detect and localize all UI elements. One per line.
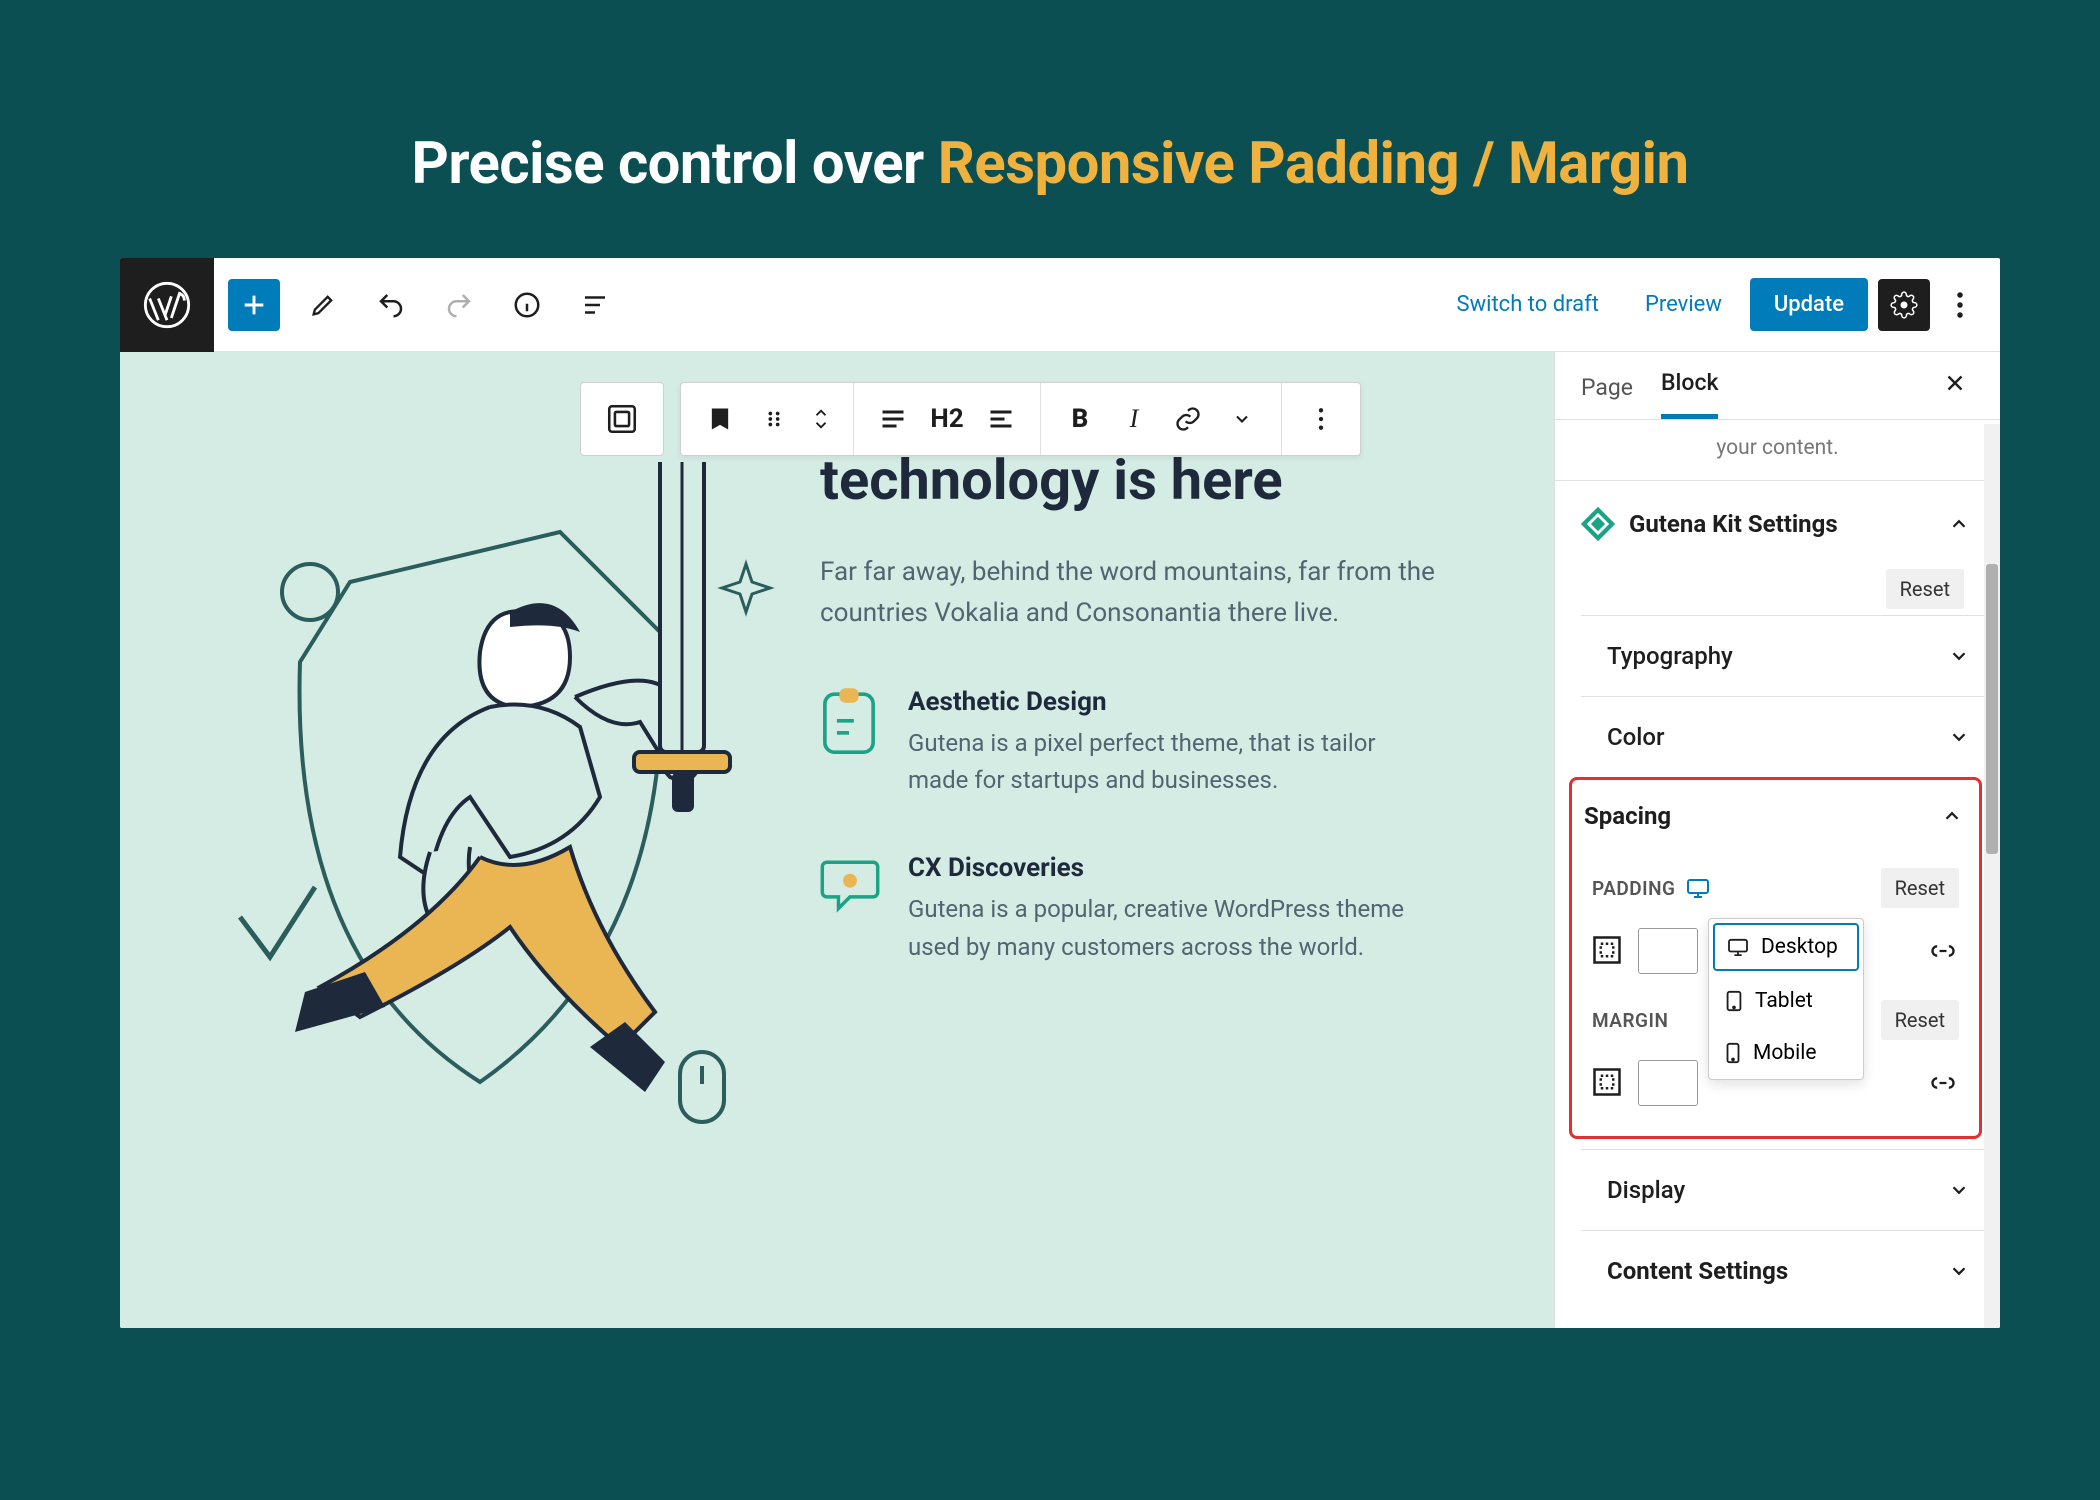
main-area: H2 B I (120, 352, 2000, 1328)
feature-desc: Gutena is a pixel perfect theme, that is… (908, 725, 1440, 799)
add-block-button[interactable] (228, 279, 280, 331)
feature-desc: Gutena is a popular, creative WordPress … (908, 891, 1440, 965)
update-button[interactable]: Update (1750, 278, 1868, 331)
headline-plain: Precise control over (411, 130, 937, 198)
padding-value-input[interactable] (1638, 928, 1698, 974)
panel-title: Content Settings (1607, 1257, 1788, 1285)
spacing-panel-highlight: Spacing PADDING Reset (1569, 777, 1982, 1139)
feature-item: Aesthetic Design Gutena is a pixel perfe… (820, 687, 1440, 799)
move-up-down-button[interactable] (801, 392, 841, 446)
hero-heading-line2: technology is here (820, 448, 1440, 512)
device-option-mobile[interactable]: Mobile (1709, 1027, 1863, 1079)
settings-sidebar: Page Block your content. Gutena Kit Sett… (1554, 352, 2000, 1328)
chevron-down-icon (1948, 726, 1970, 748)
more-rich-text-button[interactable] (1215, 392, 1269, 446)
box-model-icon[interactable] (1592, 935, 1624, 967)
tab-page[interactable]: Page (1581, 374, 1633, 419)
link-button[interactable] (1161, 392, 1215, 446)
hero-illustration (180, 462, 780, 1262)
panel-title: Gutena Kit Settings (1629, 510, 1838, 538)
headline: Precise control over Responsive Padding … (120, 130, 1980, 198)
toolbar-right: Switch to draft Preview Update (1439, 278, 2000, 331)
drag-handle[interactable] (747, 392, 801, 446)
margin-value-input[interactable] (1638, 1060, 1698, 1106)
device-label: Mobile (1753, 1041, 1816, 1065)
chevron-up-icon (1941, 805, 1963, 827)
block-toolbar: H2 B I (680, 382, 1361, 456)
device-dropdown: Desktop Tablet Mobile (1708, 918, 1864, 1080)
feature-item: CX Discoveries Gutena is a popular, crea… (820, 853, 1440, 965)
device-option-desktop[interactable]: Desktop (1713, 923, 1859, 971)
reset-padding-button[interactable]: Reset (1881, 868, 1959, 908)
padding-header: PADDING Reset (1592, 868, 1959, 908)
canvas-content: The next big thing in technology is here… (820, 382, 1440, 966)
panel-title: Display (1607, 1176, 1685, 1204)
chevron-up-icon (1948, 513, 1970, 535)
editor-window: Switch to draft Preview Update (120, 258, 2000, 1328)
feature-title: CX Discoveries (908, 853, 1440, 883)
toolbar-left (214, 279, 620, 331)
link-values-icon[interactable] (1927, 935, 1959, 967)
link-values-icon[interactable] (1927, 1067, 1959, 1099)
italic-button[interactable]: I (1107, 392, 1161, 446)
feature-title: Aesthetic Design (908, 687, 1440, 717)
help-text: your content. (1555, 420, 2000, 480)
device-label: Tablet (1755, 989, 1813, 1013)
text-align-button[interactable] (974, 392, 1028, 446)
panel-title: Typography (1607, 642, 1733, 670)
margin-label: MARGIN (1592, 1009, 1668, 1032)
padding-label: PADDING (1592, 877, 1676, 900)
display-panel[interactable]: Display (1581, 1149, 2000, 1230)
chevron-down-icon (1948, 1179, 1970, 1201)
device-label: Desktop (1761, 935, 1838, 959)
reset-margin-button[interactable]: Reset (1881, 1000, 1959, 1040)
tab-block[interactable]: Block (1661, 369, 1718, 419)
clipboard-icon (820, 687, 884, 751)
more-options-button[interactable] (1940, 279, 1980, 331)
panel-title: Spacing (1584, 802, 1671, 830)
hero-paragraph[interactable]: Far far away, behind the word mountains,… (820, 552, 1440, 633)
outline-button[interactable] (570, 280, 620, 330)
chevron-down-icon (1948, 1260, 1970, 1282)
color-panel[interactable]: Color (1581, 696, 2000, 777)
sidebar-scrollbar[interactable] (1984, 424, 2000, 1328)
gutena-kit-panel[interactable]: Gutena Kit Settings (1555, 480, 2000, 567)
sidebar-tabs: Page Block (1555, 352, 2000, 420)
chevron-down-icon (1948, 645, 1970, 667)
wordpress-logo[interactable] (120, 258, 214, 352)
reset-button[interactable]: Reset (1886, 569, 1964, 609)
content-settings-panel[interactable]: Content Settings (1581, 1230, 2000, 1311)
switch-draft-button[interactable]: Switch to draft (1439, 280, 1617, 329)
align-button[interactable] (866, 392, 920, 446)
editor-canvas[interactable]: H2 B I (120, 352, 1554, 1328)
panel-title: Color (1607, 723, 1665, 751)
block-type-button[interactable] (693, 392, 747, 446)
padding-field-row: Desktop Tablet Mobile (1592, 928, 1959, 974)
preview-button[interactable]: Preview (1627, 280, 1740, 329)
headline-accent: Responsive Padding / Margin (938, 130, 1689, 198)
close-sidebar-button[interactable] (1942, 370, 1968, 396)
device-option-tablet[interactable]: Tablet (1709, 975, 1863, 1027)
topbar: Switch to draft Preview Update (120, 258, 2000, 352)
box-model-icon[interactable] (1592, 1067, 1624, 1099)
scrollbar-thumb[interactable] (1986, 564, 1998, 854)
bold-button[interactable]: B (1053, 392, 1107, 446)
chat-icon (820, 853, 884, 917)
typography-panel[interactable]: Typography (1581, 615, 2000, 696)
spacing-panel[interactable]: Spacing (1572, 780, 1979, 846)
settings-button[interactable] (1878, 279, 1930, 331)
info-button[interactable] (502, 280, 552, 330)
edit-mode-button[interactable] (298, 280, 348, 330)
desktop-icon[interactable] (1686, 878, 1710, 898)
heading-level-button[interactable]: H2 (920, 392, 974, 446)
redo-button[interactable] (434, 280, 484, 330)
undo-button[interactable] (366, 280, 416, 330)
block-move-handle[interactable] (580, 382, 664, 456)
gutena-icon (1581, 507, 1615, 541)
block-more-button[interactable] (1294, 392, 1348, 446)
